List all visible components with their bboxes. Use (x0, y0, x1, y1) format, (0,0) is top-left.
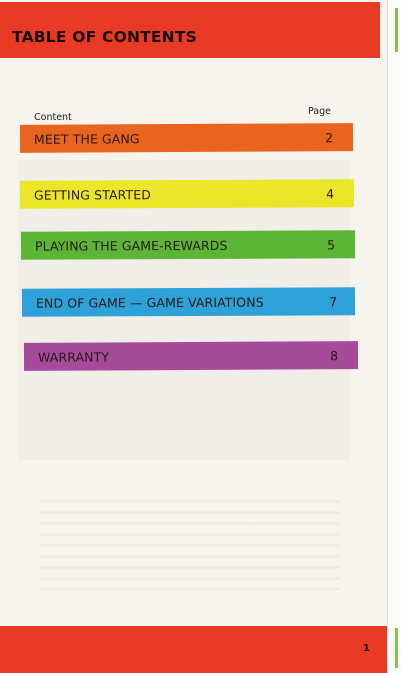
page-edge (387, 0, 401, 673)
page-title: TABLE OF CONTENTS (12, 28, 197, 46)
toc-entry-label: WARRANTY (37, 348, 110, 365)
toc-entry-page: 2 (325, 129, 334, 145)
toc-entry-label: GETTING STARTED (33, 186, 151, 203)
toc-entry-end-of-game[interactable]: END OF GAME — GAME VARIATIONS 7 (21, 287, 356, 317)
toc-entry-label: END OF GAME — GAME VARIATIONS (35, 294, 264, 311)
toc-entry-meet-the-gang[interactable]: MEET THE GANG 2 (19, 123, 354, 153)
toc-entry-page: 4 (326, 185, 335, 201)
toc-entry-label: PLAYING THE GAME-REWARDS (34, 237, 228, 254)
toc-entry-page: 8 (330, 347, 339, 363)
edge-mark-bottom (395, 628, 398, 668)
toc-entry-warranty[interactable]: WARRANTY 8 (23, 341, 359, 371)
content-column-label: Content (34, 112, 72, 123)
manual-page: TABLE OF CONTENTS Content Page MEET THE … (0, 0, 388, 673)
page-number: 1 (363, 643, 370, 654)
footer-band: 1 (0, 626, 388, 673)
edge-mark-top (395, 8, 398, 52)
header-band: TABLE OF CONTENTS (0, 2, 380, 58)
toc-entry-page: 5 (327, 236, 336, 252)
toc-entry-label: MEET THE GANG (33, 130, 140, 147)
toc-entry-playing-the-game[interactable]: PLAYING THE GAME-REWARDS 5 (20, 230, 356, 260)
toc-entry-page: 7 (329, 293, 338, 309)
show-through-text (40, 500, 340, 590)
page-column-label: Page (308, 106, 331, 117)
toc-entry-getting-started[interactable]: GETTING STARTED 4 (19, 179, 355, 209)
